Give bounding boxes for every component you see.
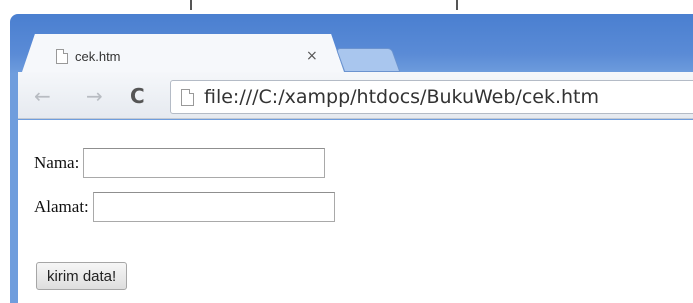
address-bar[interactable]: file:///C:/xampp/htdocs/BukuWeb/cek.htm xyxy=(170,80,693,114)
tab-title: cek.htm xyxy=(75,48,121,64)
nama-row: Nama: xyxy=(34,148,326,178)
address-text: file:///C:/xampp/htdocs/BukuWeb/cek.htm xyxy=(204,86,599,108)
browser-screenshot: cek.htm × ← → C file:///C:/xampp/htdocs/… xyxy=(0,0,693,303)
reload-icon[interactable]: C xyxy=(130,84,145,108)
desktop-divider xyxy=(456,0,458,10)
alamat-input[interactable] xyxy=(92,192,335,222)
desktop-divider xyxy=(190,0,192,10)
alamat-row: Alamat: xyxy=(34,192,335,222)
back-arrow-icon[interactable]: ← xyxy=(34,84,51,108)
tab-title-area[interactable]: cek.htm xyxy=(56,45,121,67)
submit-button[interactable]: kirim data! xyxy=(36,262,128,290)
forward-arrow-icon[interactable]: → xyxy=(86,84,103,108)
alamat-label: Alamat: xyxy=(34,197,89,216)
window-left-border xyxy=(10,120,18,303)
page-icon xyxy=(181,88,194,106)
nama-label: Nama: xyxy=(34,153,80,172)
close-icon[interactable]: × xyxy=(306,45,318,67)
nama-input[interactable] xyxy=(83,148,326,178)
page-icon xyxy=(56,48,68,64)
new-tab-button[interactable] xyxy=(335,48,401,72)
